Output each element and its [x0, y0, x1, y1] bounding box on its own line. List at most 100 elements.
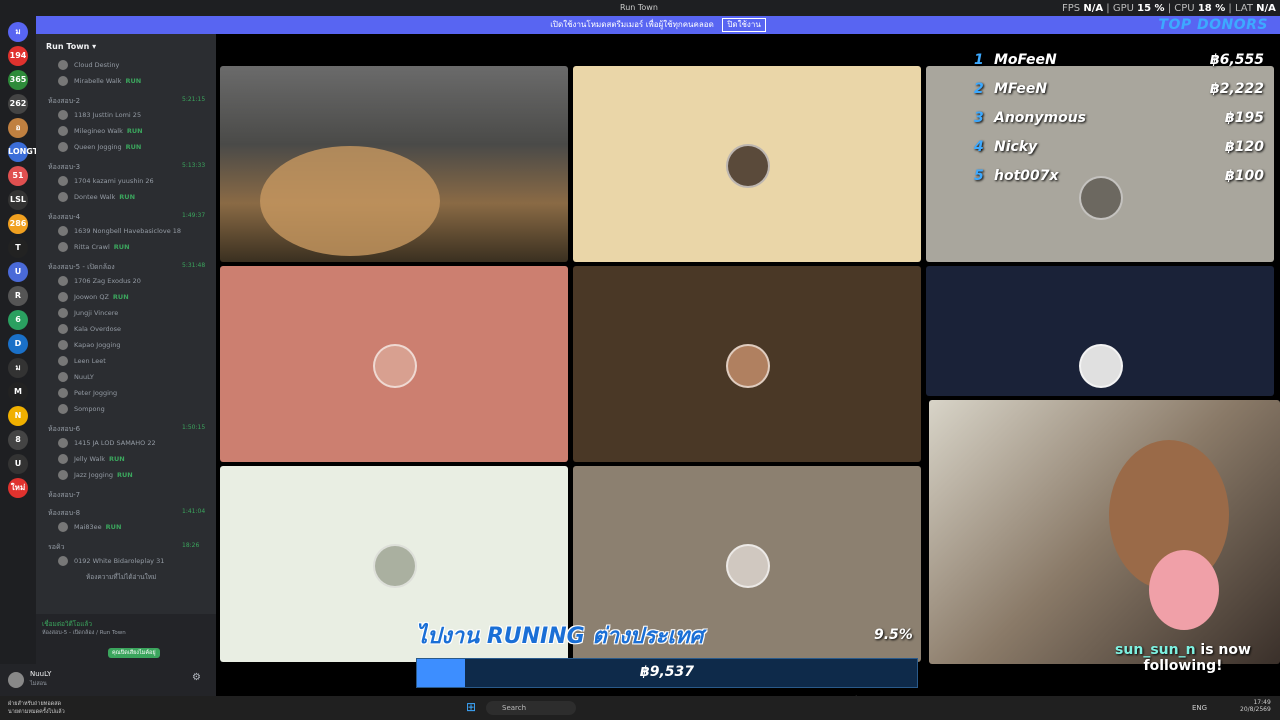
voice-user[interactable]: 1183 Justtin Lomi 25: [58, 110, 141, 120]
lat-value: N/A: [1256, 3, 1276, 14]
voice-channel-item[interactable]: ห้องสอบ-4 1:49:37: [48, 212, 205, 223]
server-icon[interactable]: N: [8, 406, 28, 426]
donor-name: hot007x: [994, 168, 1059, 184]
voice-user-name: NuuLY: [74, 373, 94, 381]
run-tag: RUN: [113, 243, 130, 251]
settings-gear-icon[interactable]: ⚙: [192, 672, 201, 683]
server-icon[interactable]: อ: [8, 118, 28, 138]
server-icon[interactable]: 8: [8, 430, 28, 450]
server-icon[interactable]: U: [8, 454, 28, 474]
server-icon[interactable]: 365: [8, 70, 28, 90]
voice-user[interactable]: Joowon QZ RUN: [58, 292, 129, 302]
voice-user-name: Sompong: [74, 405, 105, 413]
server-icon[interactable]: ม: [8, 358, 28, 378]
server-icon[interactable]: LONGTOY: [8, 142, 51, 162]
voice-channel-item[interactable]: ห้องสอบ-3 5:13:33: [48, 162, 205, 173]
donor-row: 5 hot007x ฿100: [974, 168, 1264, 186]
disable-button[interactable]: ปิดใช้งาน: [722, 18, 766, 32]
voice-user-name: Jungji Vincere: [74, 309, 119, 317]
server-icon[interactable]: D: [8, 334, 28, 354]
video-tile-5[interactable]: [926, 266, 1274, 396]
video-tile-guitar[interactable]: [220, 66, 568, 262]
voice-user-name: Jazz Jogging: [74, 471, 113, 479]
server-icon[interactable]: 286: [8, 214, 28, 234]
voice-user[interactable]: Jungji Vincere: [58, 308, 118, 318]
voice-user[interactable]: Dontee Walk RUN: [58, 192, 135, 202]
user-panel: NuuLY ไม่สอน ⚙: [0, 664, 216, 696]
voice-channel-item[interactable]: ห้องสอบ-5 - เปิดกล้อง 5:31:48: [48, 262, 205, 273]
voice-user[interactable]: Jazz Jogging RUN: [58, 470, 133, 480]
voice-user[interactable]: Milegineo Walk RUN: [58, 126, 143, 136]
taskbar-search[interactable]: Search: [486, 701, 576, 715]
voice-channel[interactable]: ห้องสอบ-5 - เปิดกล้อง / Run Town: [42, 629, 126, 637]
voice-user-name: Kapao Jogging: [74, 341, 121, 349]
voice-user[interactable]: NuuLY: [58, 372, 94, 382]
unread-more[interactable]: ห้องความที่ไม่ได้อ่านใหม่: [86, 572, 156, 582]
video-tile-4[interactable]: [573, 266, 921, 462]
avatar: [58, 356, 68, 366]
gpu-value: 15 %: [1137, 3, 1165, 14]
video-tile-1[interactable]: [573, 66, 921, 262]
voice-user[interactable]: Sompong: [58, 404, 105, 414]
voice-user[interactable]: Cloud Destiny: [58, 60, 119, 70]
server-icon[interactable]: T: [8, 238, 28, 258]
server-icon[interactable]: ม: [8, 22, 28, 42]
voice-channel-item[interactable]: ห้องสอบ-6 1:50:15: [48, 424, 205, 435]
voice-user[interactable]: Kapao Jogging: [58, 340, 120, 350]
avatar: [58, 242, 68, 252]
voice-user[interactable]: Queen Jogging RUN: [58, 142, 141, 152]
voice-channel-item[interactable]: ห้องสอบ-8 1:41:04: [48, 508, 205, 519]
window-title: Run Town: [620, 3, 658, 12]
voice-user[interactable]: Jelly Walk RUN: [58, 454, 125, 464]
server-icon[interactable]: 6: [8, 310, 28, 330]
voice-user[interactable]: 1639 Nongbell Havebasiclove 18: [58, 226, 181, 236]
voice-user-name: Dontee Walk: [74, 193, 116, 201]
avatar: [58, 176, 68, 186]
avatar: [58, 142, 68, 152]
voice-user[interactable]: Peter Jogging: [58, 388, 117, 398]
taskbar-notification[interactable]: ฝ่ายสำหรับถ่ายทอดสด นายตามหมดครั้งไปแล้ว: [8, 700, 65, 716]
avatar: [58, 110, 68, 120]
voice-user[interactable]: Kala Overdose: [58, 324, 121, 334]
voice-user[interactable]: Leen Leet: [58, 356, 106, 366]
avatar: [58, 126, 68, 136]
voice-user[interactable]: 1704 kazami yuushin 26: [58, 176, 154, 186]
donor-name: MFeeN: [994, 81, 1048, 97]
server-icon[interactable]: M: [8, 382, 28, 402]
clock[interactable]: 17:49 20/8/2569: [1240, 699, 1271, 713]
server-icon[interactable]: 262: [8, 94, 28, 114]
voice-user[interactable]: Mirabelle Walk RUN: [58, 76, 141, 86]
server-icon[interactable]: U: [8, 262, 28, 282]
server-icon[interactable]: R: [8, 286, 28, 306]
voice-user-name: Cloud Destiny: [74, 61, 120, 69]
voice-user[interactable]: Mai83ee RUN: [58, 522, 121, 532]
voice-user[interactable]: 0192 White Bidaroleplay 31: [58, 556, 164, 566]
voice-user[interactable]: Ritta Crawl RUN: [58, 242, 130, 252]
server-name[interactable]: Run Town ▾: [46, 42, 96, 51]
voice-channel-item[interactable]: ห้องสอบ-2 5:21:15: [48, 96, 205, 107]
video-tile-3[interactable]: [220, 266, 568, 462]
voice-channel-item[interactable]: รอคิว 18:26: [48, 542, 199, 553]
voice-user-name: 1704 kazami yuushin 26: [74, 177, 154, 185]
server-icon[interactable]: ใหม่: [8, 478, 28, 498]
voice-user-name: Ritta Crawl: [74, 243, 110, 251]
user-sub: ไม่สอน: [30, 681, 47, 687]
donor-amount: ฿2,222: [1209, 81, 1264, 97]
voice-connection-panel: เชื่อมต่อวิดีโอแล้ว ห้องสอบ-5 - เปิดกล้อ…: [36, 614, 216, 664]
voice-channel-item[interactable]: ห้องสอบ-7: [48, 490, 80, 501]
lang-indicator[interactable]: ENG: [1192, 704, 1207, 712]
voice-user[interactable]: 1415 JA LOD SAMAHO 22: [58, 438, 156, 448]
voice-user[interactable]: 1706 Zag Exodus 20: [58, 276, 141, 286]
top-donors-title: TOP DONORS: [1158, 17, 1268, 33]
windows-start-icon[interactable]: ⊞: [466, 700, 480, 714]
server-icon[interactable]: 194: [8, 46, 28, 66]
follow-text: is now: [1200, 642, 1251, 658]
avatar[interactable]: [8, 672, 24, 688]
channel-timer: 1:49:37: [182, 212, 206, 219]
avatar: [58, 308, 68, 318]
avatar: [58, 454, 68, 464]
server-icon[interactable]: 51: [8, 166, 28, 186]
donor-name: Nicky: [994, 139, 1038, 155]
server-icon[interactable]: LSL: [8, 190, 28, 210]
voice-user-name: Milegineo Walk: [74, 127, 123, 135]
